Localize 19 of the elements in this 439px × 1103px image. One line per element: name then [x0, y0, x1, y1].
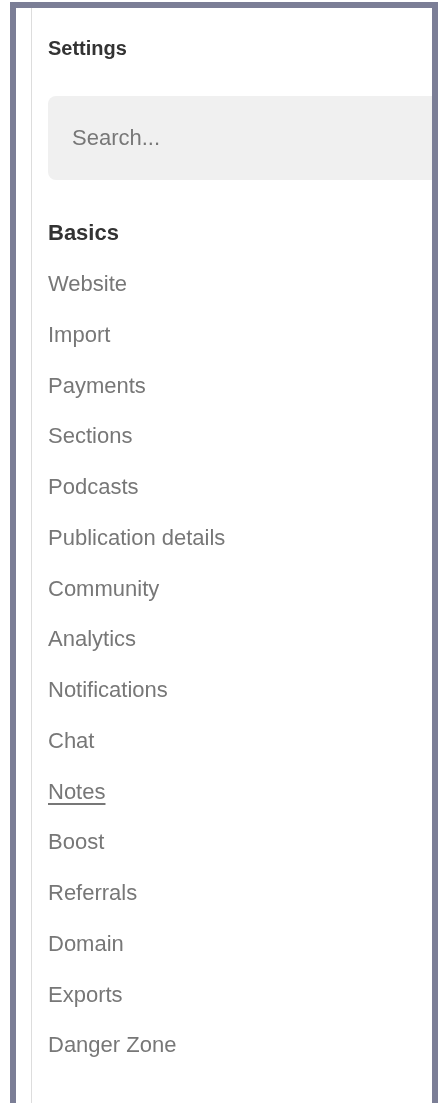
nav-link[interactable]: Podcasts	[48, 473, 139, 502]
nav-link[interactable]: Exports	[48, 980, 123, 1009]
nav-link[interactable]: Analytics	[48, 625, 137, 654]
nav-link[interactable]: Danger Zone	[48, 1031, 177, 1060]
nav-link[interactable]: Payments	[48, 371, 146, 400]
nav-link[interactable]: Website	[48, 270, 128, 299]
nav-link[interactable]: Import	[48, 320, 111, 349]
nav-link[interactable]: Referrals	[48, 879, 138, 908]
nav-link[interactable]: Publication details	[48, 523, 226, 552]
nav-link[interactable]: Sections	[48, 422, 133, 451]
nav-link[interactable]: Boost	[48, 828, 105, 857]
nav-link[interactable]: Domain	[48, 929, 124, 958]
nav-link[interactable]: Notes	[48, 777, 106, 806]
nav-link[interactable]: Notifications	[48, 676, 168, 705]
search-field[interactable]: Search...	[48, 96, 432, 180]
nav-link[interactable]: Basics	[48, 219, 119, 248]
nav-link[interactable]: Community	[48, 574, 160, 603]
nav-link[interactable]: Chat	[48, 726, 95, 755]
settings-title: Settings	[48, 36, 127, 61]
